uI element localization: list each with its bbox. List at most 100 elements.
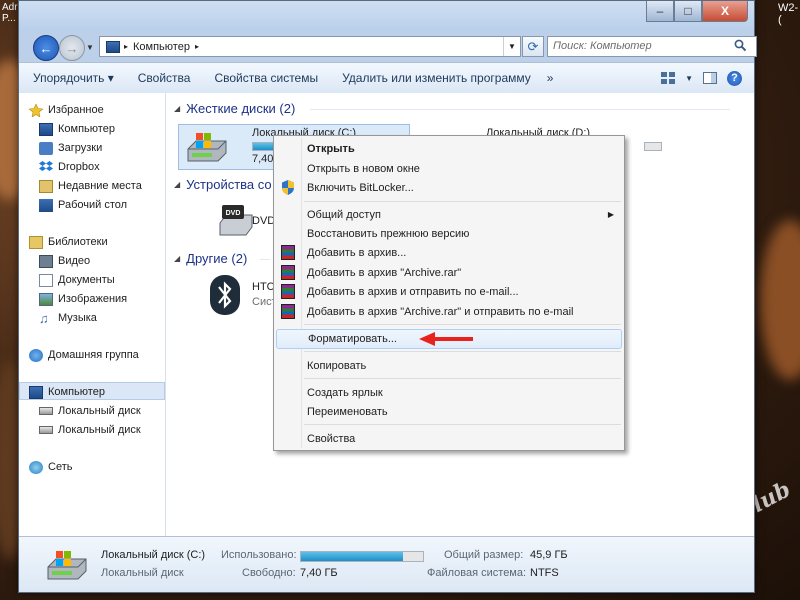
search-icon[interactable] bbox=[734, 39, 747, 52]
context-menu: Открыть Открыть в новом окне Включить Bi… bbox=[273, 135, 625, 451]
details-pane: Локальный диск (C:) Локальный диск Испол… bbox=[19, 536, 754, 592]
menu-item-add-archive[interactable]: Добавить в архив... bbox=[276, 243, 622, 262]
nav-video[interactable]: Видео bbox=[39, 252, 90, 270]
drive-icon bbox=[39, 407, 53, 415]
nav-computer[interactable]: Компьютер bbox=[29, 383, 105, 401]
search-area: Поиск: Компьютер bbox=[529, 36, 757, 57]
menu-label: Добавить в архив "Archive.rar" bbox=[307, 266, 462, 279]
navigation-pane: Избранное Компьютер Загрузки Dropbox Нед… bbox=[19, 93, 166, 538]
menu-item-open[interactable]: Открыть bbox=[276, 139, 622, 158]
nav-label: Видео bbox=[58, 255, 91, 267]
nav-label: Избранное bbox=[48, 104, 104, 116]
recent-pages-dropdown-icon[interactable]: ▼ bbox=[86, 43, 94, 52]
breadcrumb-separator[interactable]: ▸ bbox=[124, 42, 128, 51]
star-icon bbox=[29, 103, 43, 117]
search-input[interactable]: Поиск: Компьютер bbox=[547, 36, 757, 57]
menu-item-add-archive-email[interactable]: Добавить в архив и отправить по e-mail..… bbox=[276, 282, 622, 301]
chevron-down-icon[interactable]: ▼ bbox=[503, 37, 520, 56]
nav-documents[interactable]: Документы bbox=[39, 271, 115, 289]
menu-label: Форматировать... bbox=[308, 333, 397, 345]
breadcrumb-separator[interactable]: ▸ bbox=[195, 42, 199, 51]
dropbox-icon bbox=[39, 160, 53, 171]
menu-item-copy[interactable]: Копировать bbox=[276, 356, 622, 375]
uninstall-button[interactable]: Удалить или изменить программу bbox=[330, 71, 543, 85]
menu-item-rename[interactable]: Переименовать bbox=[276, 402, 622, 421]
menu-item-create-shortcut[interactable]: Создать ярлык bbox=[276, 383, 622, 402]
system-properties-button[interactable]: Свойства системы bbox=[202, 71, 330, 85]
help-icon[interactable]: ? bbox=[727, 70, 742, 86]
total-size-label: Общий размер: bbox=[444, 549, 524, 561]
nav-label: Музыка bbox=[58, 312, 97, 324]
computer-icon bbox=[29, 385, 43, 399]
drive-d-usage-bar bbox=[644, 142, 662, 151]
menu-label: Создать ярлык bbox=[307, 386, 383, 399]
menu-separator bbox=[304, 201, 621, 202]
group-title: Жесткие диски (2) bbox=[186, 101, 296, 116]
nav-desktop[interactable]: Рабочий стол bbox=[39, 196, 127, 214]
menu-item-add-archive-rar[interactable]: Добавить в архив "Archive.rar" bbox=[276, 263, 622, 282]
menu-item-open-new-window[interactable]: Открыть в новом окне bbox=[276, 159, 622, 178]
preview-pane-icon[interactable] bbox=[703, 72, 717, 84]
nav-network[interactable]: Сеть bbox=[29, 458, 72, 476]
svg-text:DVD: DVD bbox=[226, 210, 241, 217]
minimize-button[interactable]: – bbox=[646, 1, 674, 22]
red-arrow-icon bbox=[419, 332, 473, 346]
nav-recent[interactable]: Недавние места bbox=[39, 177, 142, 195]
menu-label: Добавить в архив и отправить по e-mail..… bbox=[307, 285, 519, 298]
nav-favorites[interactable]: Избранное bbox=[29, 101, 104, 119]
menu-label: Свойства bbox=[307, 432, 356, 445]
title-bar[interactable]: – □ X bbox=[19, 1, 754, 31]
nav-homegroup[interactable]: Домашняя группа bbox=[29, 346, 139, 364]
pictures-icon bbox=[39, 292, 53, 306]
network-icon bbox=[29, 460, 43, 474]
menu-item-bitlocker[interactable]: Включить BitLocker... bbox=[276, 178, 622, 197]
total-size-value: 45,9 ГБ bbox=[530, 549, 568, 561]
organize-button[interactable]: Упорядочить ▾ bbox=[19, 71, 126, 85]
nav-pictures[interactable]: Изображения bbox=[39, 290, 127, 308]
collapse-icon[interactable]: ◢ bbox=[174, 254, 180, 263]
menu-label: Добавить в архив... bbox=[307, 246, 407, 259]
breadcrumb-computer[interactable]: Компьютер bbox=[133, 41, 190, 53]
bluetooth-icon bbox=[210, 275, 240, 315]
nav-label: Библиотеки bbox=[48, 236, 108, 248]
menu-item-add-archive-rar-email[interactable]: Добавить в архив "Archive.rar" и отправи… bbox=[276, 302, 622, 321]
nav-computer-fav[interactable]: Компьютер bbox=[39, 120, 115, 138]
menu-label: Включить BitLocker... bbox=[307, 181, 414, 194]
properties-button[interactable]: Свойства bbox=[126, 71, 203, 85]
menu-label: Открыть bbox=[307, 142, 355, 155]
change-view-icon[interactable] bbox=[661, 72, 676, 84]
nav-dropbox[interactable]: Dropbox bbox=[39, 158, 100, 176]
menu-item-share[interactable]: Общий доступ ▶ bbox=[276, 205, 622, 224]
nav-local-disk-d[interactable]: Локальный диск bbox=[39, 421, 141, 439]
more-commands-button[interactable]: » bbox=[543, 71, 558, 85]
nav-local-disk-c[interactable]: Локальный диск bbox=[39, 402, 141, 420]
view-dropdown-icon[interactable]: ▼ bbox=[685, 74, 693, 83]
back-button[interactable]: ← bbox=[33, 35, 59, 61]
collapse-icon[interactable]: ◢ bbox=[174, 104, 180, 113]
desktop-icon-label[interactable]: W2-( bbox=[778, 2, 800, 26]
address-bar[interactable]: ▸ Компьютер ▸ ▼ bbox=[99, 36, 521, 57]
homegroup-icon bbox=[29, 348, 43, 362]
group-header-hard-drives[interactable]: ◢ Жесткие диски (2) bbox=[174, 101, 730, 116]
collapse-icon[interactable]: ◢ bbox=[174, 180, 180, 189]
menu-item-restore[interactable]: Восстановить прежнюю версию bbox=[276, 224, 622, 243]
free-value: 7,40 ГБ bbox=[300, 567, 338, 579]
group-header-other[interactable]: ◢ Другие (2) bbox=[174, 251, 270, 266]
group-header-removable[interactable]: ◢ Устройства со bbox=[174, 177, 272, 192]
winrar-icon bbox=[281, 245, 295, 260]
nav-label: Загрузки bbox=[58, 142, 103, 154]
maximize-button[interactable]: □ bbox=[674, 1, 702, 22]
hard-drive-icon bbox=[47, 551, 87, 580]
submenu-arrow-icon: ▶ bbox=[607, 210, 614, 219]
nav-libraries[interactable]: Библиотеки bbox=[29, 233, 108, 251]
used-label: Использовано: bbox=[221, 549, 297, 561]
group-title: Другие (2) bbox=[186, 251, 248, 266]
divider bbox=[260, 259, 270, 260]
recent-places-icon bbox=[39, 179, 53, 193]
dvd-drive-icon: DVD bbox=[219, 205, 253, 236]
close-button[interactable]: X bbox=[702, 1, 748, 22]
nav-downloads[interactable]: Загрузки bbox=[39, 139, 102, 157]
forward-button[interactable]: → bbox=[59, 35, 85, 61]
nav-music[interactable]: ♫ Музыка bbox=[39, 309, 97, 327]
menu-item-properties[interactable]: Свойства bbox=[276, 429, 622, 448]
